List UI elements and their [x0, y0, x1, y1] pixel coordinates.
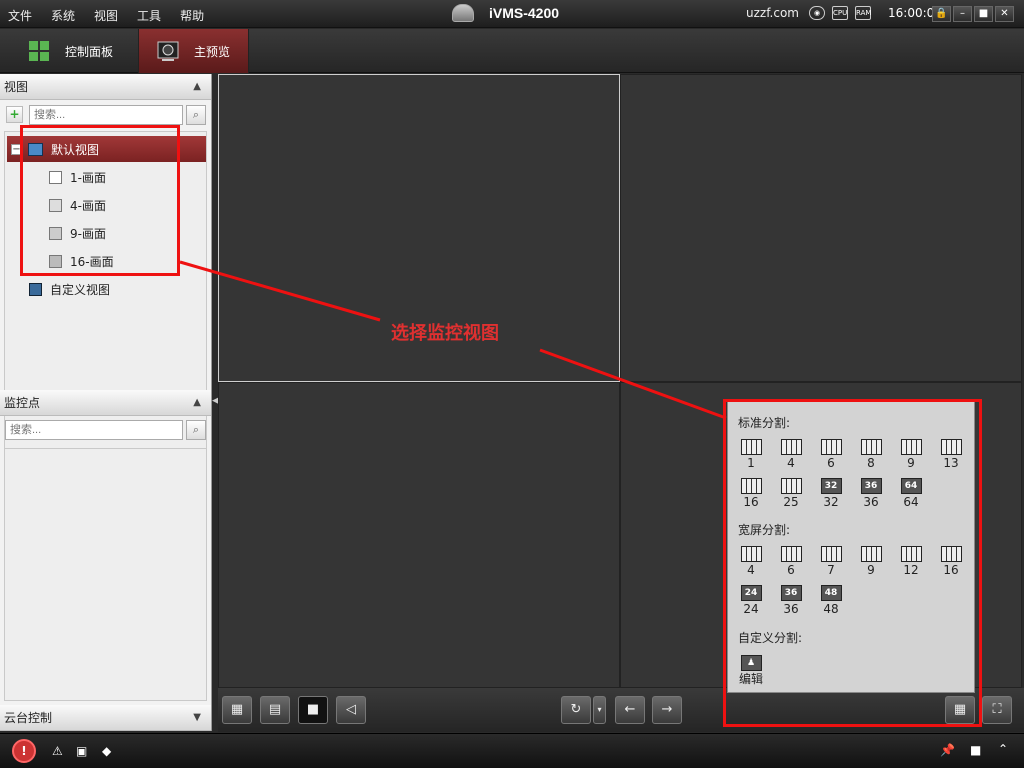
window-icon[interactable]: ■	[970, 743, 981, 757]
next-icon[interactable]: →	[652, 696, 682, 724]
search-icon[interactable]: ⌕	[186, 105, 206, 125]
layout-icon[interactable]: ▦	[222, 696, 252, 724]
custom-view-icon	[29, 282, 42, 296]
fullscreen-icon[interactable]: ⛶	[982, 696, 1012, 724]
cpu-icon[interactable]: CPU	[832, 6, 848, 20]
ram-icon[interactable]: RAM	[855, 6, 871, 20]
ptz-section-header[interactable]: 云台控制 ▼	[0, 705, 211, 731]
menu-view[interactable]: 视图	[94, 7, 118, 24]
menu-file[interactable]: 文件	[8, 7, 32, 24]
menu-help[interactable]: 帮助	[180, 7, 204, 24]
menu-bar: 文件 系统 视图 工具 帮助	[8, 7, 223, 24]
monitor-list	[4, 448, 207, 701]
tab-bar: 控制面板 主预览	[0, 29, 1024, 73]
tab-label: 控制面板	[65, 44, 114, 59]
camera-logo-icon	[452, 4, 474, 22]
collapse-icon[interactable]: ▲	[193, 74, 201, 100]
app-brand: iVMS-4200	[452, 4, 559, 22]
view-section-header[interactable]: 视图 ▲	[0, 74, 211, 100]
previous-icon[interactable]: ←	[615, 696, 645, 724]
close-button[interactable]: ✕	[995, 6, 1014, 22]
annotation-label: 选择监控视图	[391, 323, 499, 344]
lock-icon[interactable]: 🔒	[932, 6, 951, 22]
preview-icon	[157, 41, 179, 61]
expand-icon[interactable]: ▼	[193, 705, 201, 731]
maximize-button[interactable]: ■	[974, 6, 993, 22]
tab-control-panel[interactable]: 控制面板	[0, 29, 137, 73]
video-window[interactable]	[218, 382, 620, 688]
alarm-icon[interactable]: !	[12, 739, 36, 763]
site-label: uzzf.com	[746, 6, 799, 20]
app-title: iVMS-4200	[489, 5, 560, 21]
tree-node-custom-view[interactable]: 自定义视图	[29, 279, 110, 299]
globe-icon[interactable]: ◉	[809, 6, 825, 20]
view-section-title: 视图	[4, 80, 29, 94]
record-icon[interactable]: ▣	[76, 744, 87, 758]
collapse-icon[interactable]: ▲	[193, 390, 201, 416]
status-bar: ! ⚠ ▣ ◆ 📌 ■ ⌃	[0, 733, 1024, 768]
add-icon[interactable]: +	[6, 106, 23, 123]
menu-tools[interactable]: 工具	[137, 7, 161, 24]
mute-icon[interactable]: ◁	[336, 696, 366, 724]
menu-system[interactable]: 系统	[51, 7, 75, 24]
collapse-up-icon[interactable]: ⌃	[998, 742, 1008, 756]
view-search-input[interactable]	[29, 105, 183, 125]
highlight-box	[723, 399, 982, 727]
highlight-box	[20, 125, 180, 276]
stop-all-button[interactable]: ■	[298, 696, 328, 724]
search-icon[interactable]: ⌕	[186, 420, 206, 440]
ptz-section-title: 云台控制	[4, 711, 53, 725]
title-bar: 文件 系统 视图 工具 帮助 iVMS-4200 uzzf.com ◉ CPU …	[0, 0, 1024, 28]
event-icon[interactable]: ⚠	[52, 744, 63, 758]
monitor-search-input[interactable]	[5, 420, 183, 440]
monitor-section-header[interactable]: 监控点 ▲	[0, 390, 211, 416]
monitor-section-title: 监控点	[4, 396, 41, 410]
audio-icon[interactable]: ◆	[102, 744, 111, 758]
view-icon[interactable]: ▤	[260, 696, 290, 724]
tree-node-label: 自定义视图	[50, 282, 111, 297]
tab-label: 主预览	[194, 44, 231, 59]
control-panel-icon	[29, 41, 49, 61]
pin-icon[interactable]: 📌	[940, 743, 955, 757]
chevron-down-icon[interactable]: ▾	[593, 696, 606, 724]
minimize-button[interactable]: –	[953, 6, 972, 22]
system-tray: uzzf.com ◉ CPU RAM 16:00:02	[746, 6, 942, 20]
video-window[interactable]	[620, 74, 1022, 382]
refresh-icon[interactable]: ↻	[561, 696, 591, 724]
tab-main-preview[interactable]: 主预览	[138, 29, 249, 73]
